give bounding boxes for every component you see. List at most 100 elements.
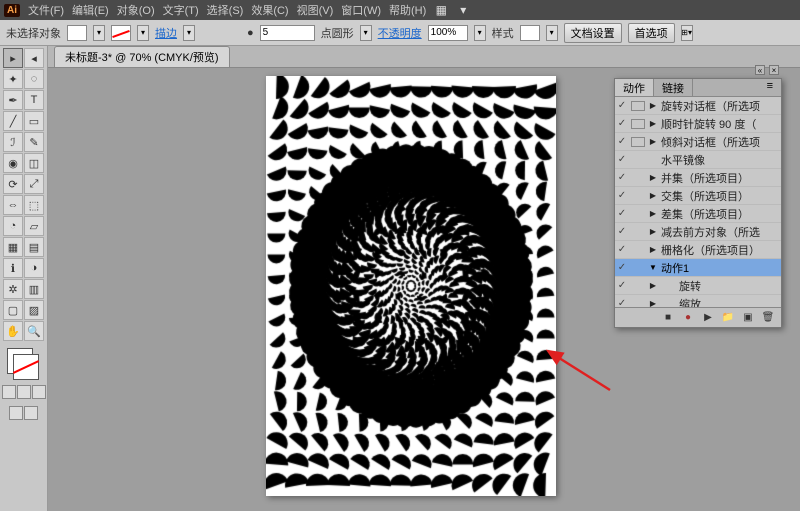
tool-blob[interactable]: ◉	[3, 153, 23, 173]
action-row[interactable]: ✓▶差集（所选项目）	[615, 205, 781, 223]
document-tab[interactable]: 未标题-3* @ 70% (CMYK/预览)	[54, 46, 230, 67]
menu-select[interactable]: 选择(S)	[207, 2, 244, 18]
artboard[interactable]	[266, 76, 556, 496]
action-row[interactable]: ✓▶减去前方对象（所选	[615, 223, 781, 241]
fill-dropdown[interactable]: ▾	[93, 25, 105, 41]
disclosure-icon[interactable]: ▶	[647, 299, 659, 307]
brush-preset[interactable]	[260, 25, 315, 41]
toggle-check-icon[interactable]: ✓	[615, 136, 629, 147]
style-swatch[interactable]	[520, 25, 540, 41]
brush-dropdown[interactable]: ▾	[360, 25, 372, 41]
play-icon[interactable]: ▶	[701, 311, 715, 325]
arrange-icon[interactable]: ▾	[456, 3, 470, 17]
toggle-check-icon[interactable]: ✓	[615, 280, 629, 291]
stroke-swatch[interactable]	[111, 25, 131, 41]
toggle-check-icon[interactable]: ✓	[615, 172, 629, 183]
disclosure-icon[interactable]: ▶	[647, 281, 659, 290]
new-action-icon[interactable]: ▣	[741, 311, 755, 325]
tool-selection[interactable]: ▸	[3, 48, 23, 68]
menu-object[interactable]: 对象(O)	[117, 2, 155, 18]
disclosure-icon[interactable]: ▶	[647, 137, 659, 146]
tool-slice[interactable]: ▨	[24, 300, 44, 320]
action-row[interactable]: ✓▶栅格化（所选项目）	[615, 241, 781, 259]
new-set-icon[interactable]: 📁	[721, 311, 735, 325]
tool-rectangle[interactable]: ▭	[24, 111, 44, 131]
tool-artboard[interactable]: ▢	[3, 300, 23, 320]
mode-gradient[interactable]	[17, 385, 31, 399]
toggle-check-icon[interactable]: ✓	[615, 226, 629, 237]
style-dropdown[interactable]: ▾	[546, 25, 558, 41]
menu-file[interactable]: 文件(F)	[28, 2, 64, 18]
disclosure-icon[interactable]: ▼	[647, 263, 659, 272]
tool-blend[interactable]: ◑	[24, 258, 44, 278]
toggle-check-icon[interactable]: ✓	[615, 100, 629, 111]
menu-type[interactable]: 文字(T)	[163, 2, 199, 18]
menu-edit[interactable]: 编辑(E)	[72, 2, 109, 18]
tool-pen[interactable]: ✒	[3, 90, 23, 110]
toggle-check-icon[interactable]: ✓	[615, 244, 629, 255]
stop-icon[interactable]: ■	[661, 311, 675, 325]
disclosure-icon[interactable]: ▶	[647, 119, 659, 128]
tab-links[interactable]: 链接	[654, 79, 693, 96]
tool-shape-builder[interactable]: ◔	[3, 216, 23, 236]
disclosure-icon[interactable]: ▶	[647, 173, 659, 182]
panel-collapse-icon[interactable]: «	[755, 65, 765, 75]
disclosure-icon[interactable]: ▶	[647, 101, 659, 110]
opacity-input[interactable]	[428, 25, 468, 41]
action-row[interactable]: ✓▶缩放	[615, 295, 781, 307]
tool-perspective[interactable]: ▱	[24, 216, 44, 236]
tool-hand[interactable]: ✋	[3, 321, 23, 341]
delete-icon[interactable]: 🗑	[761, 311, 775, 325]
action-row[interactable]: ✓▶旋转	[615, 277, 781, 295]
disclosure-icon[interactable]: ▶	[647, 209, 659, 218]
tool-free-transform[interactable]: ⬚	[24, 195, 44, 215]
bridge-icon[interactable]: ▦	[434, 3, 448, 17]
fill-swatch[interactable]	[67, 25, 87, 41]
tool-pencil[interactable]: ✎	[24, 132, 44, 152]
stroke-link[interactable]: 描边	[155, 25, 177, 41]
menu-window[interactable]: 窗口(W)	[341, 2, 381, 18]
tool-paintbrush[interactable]: ℐ	[3, 132, 23, 152]
dialog-toggle-icon[interactable]	[631, 101, 645, 111]
tool-lasso[interactable]: ◌	[24, 69, 44, 89]
tool-scale[interactable]: ⤢	[24, 174, 44, 194]
preferences-button[interactable]: 首选项	[628, 23, 675, 43]
stroke-dropdown[interactable]: ▾	[137, 25, 149, 41]
stroke-color[interactable]	[13, 354, 39, 380]
fill-stroke-swatches[interactable]	[7, 348, 41, 382]
toggle-check-icon[interactable]: ✓	[615, 208, 629, 219]
tool-magic-wand[interactable]: ✦	[3, 69, 23, 89]
tool-eyedropper[interactable]: ℹ	[3, 258, 23, 278]
disclosure-icon[interactable]: ▶	[647, 227, 659, 236]
action-row[interactable]: ✓▶顺时针旋转 90 度（	[615, 115, 781, 133]
toggle-check-icon[interactable]: ✓	[615, 154, 629, 165]
action-row[interactable]: ✓▶倾斜对话框（所选项	[615, 133, 781, 151]
opacity-dropdown[interactable]: ▾	[474, 25, 486, 41]
dialog-toggle-icon[interactable]	[631, 137, 645, 147]
action-row[interactable]: ✓水平镜像	[615, 151, 781, 169]
tool-mesh[interactable]: ▦	[3, 237, 23, 257]
opacity-link[interactable]: 不透明度	[378, 25, 422, 41]
stroke-weight-dropdown[interactable]: ▾	[183, 25, 195, 41]
align-dropdown[interactable]: ⊞▾	[681, 25, 693, 41]
tool-type[interactable]: T	[24, 90, 44, 110]
tool-zoom[interactable]: 🔍	[24, 321, 44, 341]
tool-symbol-sprayer[interactable]: ✲	[3, 279, 23, 299]
action-row[interactable]: ✓▶旋转对话框（所选项	[615, 97, 781, 115]
tool-eraser[interactable]: ◫	[24, 153, 44, 173]
tool-line[interactable]: ╱	[3, 111, 23, 131]
menu-help[interactable]: 帮助(H)	[389, 2, 426, 18]
panel-close-icon[interactable]: ×	[769, 65, 779, 75]
toggle-check-icon[interactable]: ✓	[615, 118, 629, 129]
doc-setup-button[interactable]: 文档设置	[564, 23, 622, 43]
menu-view[interactable]: 视图(V)	[297, 2, 334, 18]
dialog-toggle-icon[interactable]	[631, 119, 645, 129]
mode-none[interactable]	[32, 385, 46, 399]
record-icon[interactable]: ●	[681, 311, 695, 325]
disclosure-icon[interactable]: ▶	[647, 245, 659, 254]
action-list[interactable]: ✓▶旋转对话框（所选项✓▶顺时针旋转 90 度（✓▶倾斜对话框（所选项✓水平镜像…	[615, 97, 781, 307]
action-row[interactable]: ✓▶并集（所选项目）	[615, 169, 781, 187]
disclosure-icon[interactable]: ▶	[647, 191, 659, 200]
toggle-check-icon[interactable]: ✓	[615, 298, 629, 307]
action-row[interactable]: ✓▼动作1	[615, 259, 781, 277]
